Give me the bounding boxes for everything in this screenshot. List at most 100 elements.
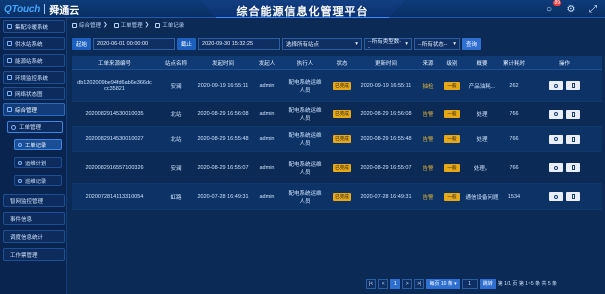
chevron-down-icon: ▾ <box>453 41 457 47</box>
sidebar-item-0[interactable]: 集配冷暖系统 <box>3 20 65 33</box>
breadcrumb-item-3: 工单记录 <box>155 21 184 29</box>
table-cell: 配电系统运维 人员 <box>288 190 322 205</box>
sidebar-item-bottom-2[interactable]: 调度信息统计 <box>3 230 65 243</box>
sidebar-label: 工单记录 <box>25 142 47 149</box>
filter-bar: 起始 2020-06-01 00:00:00 截止 2020-09-30 15:… <box>72 37 482 51</box>
table-cell: 2020-08-29 16:55:07 <box>360 164 412 171</box>
sidebar-sub-workorder-icon <box>11 124 16 130</box>
table-cell: 2020-08-29 16:56:08 <box>360 111 412 117</box>
prev-page-button[interactable]: < <box>378 278 389 289</box>
last-page-button[interactable]: >| <box>414 278 425 289</box>
sidebar-item-bottom-3[interactable]: 工作票管理 <box>3 248 65 261</box>
sidebar-item-5[interactable]: 综合管理 <box>3 103 65 116</box>
table-cell: 2020-08-29 16:55:48 <box>197 136 249 142</box>
column-header: 来源 <box>422 60 434 67</box>
sidebar-subitem-2[interactable]: 巡维记录 <box>14 175 62 186</box>
sidebar-icon <box>7 107 12 112</box>
column-header: 更新时间 <box>374 60 397 67</box>
table-cell: db1202009be94fd6ab6e366dc cc35821 <box>77 79 152 92</box>
status-cell: 已完成 <box>327 135 357 143</box>
breadcrumb: 综合管理 ❯ 工单管理 ❯ 工单记录 <box>72 20 184 30</box>
level-badge: 一般 <box>444 163 460 172</box>
logo-divider <box>44 4 46 14</box>
actions-cell <box>527 134 602 144</box>
sidebar-item-bottom-0[interactable]: 智网监控管理 <box>3 194 65 207</box>
view-button[interactable] <box>549 192 563 201</box>
notify-badge: 89 <box>553 0 561 6</box>
table-cell: 2020082916557100326 <box>85 164 144 171</box>
table-row[interactable]: 2020082914530010035 北站 2020-08-29 16:56:08… <box>72 102 602 127</box>
table-cell: admin <box>259 164 275 171</box>
table-cell: admin <box>259 193 275 200</box>
gear-icon[interactable]: ⚙ <box>565 3 577 15</box>
detail-button[interactable] <box>566 192 580 201</box>
page-size-select[interactable]: 每页 10 条 ▾ <box>426 278 460 289</box>
first-page-button[interactable]: |< <box>366 278 377 289</box>
table-cell: 告警 <box>422 165 434 172</box>
table-cell: 配电系统运维 人员 <box>288 133 322 147</box>
sidebar-subitem-1[interactable]: 运维计划 <box>14 157 62 168</box>
table-cell: 通信设备问题 <box>465 194 499 201</box>
table-row[interactable]: 2020082914530010027 北站 2020-08-29 16:55:48… <box>72 127 602 152</box>
table-cell: 告警 <box>422 194 434 201</box>
status-badge: 已完成 <box>333 81 351 90</box>
sidebar-item-bottom-1[interactable]: 事件信息 <box>3 212 65 225</box>
bell-icon[interactable]: ○ 89 <box>543 0 561 15</box>
goto-button[interactable]: 跳转 <box>479 278 496 289</box>
station-select[interactable]: 选择所有站点 ▾ <box>282 38 363 50</box>
column-header: 操作 <box>558 60 570 67</box>
table-cell: 2020072814113310054 <box>85 193 144 200</box>
fullscreen-icon[interactable]: ⤢ <box>587 3 599 15</box>
sidebar-subitem-0[interactable]: 工单记录 <box>14 139 62 150</box>
level-cell: 一般 <box>441 192 463 201</box>
sidebar-sub-workorder[interactable]: 工单管理 <box>7 121 63 133</box>
type-select[interactable]: --所有类型数-- ▾ <box>364 38 413 51</box>
detail-button[interactable] <box>566 163 580 172</box>
level-cell: 一般 <box>441 163 463 172</box>
table-cell: 2020-09-19 16:55:11 <box>360 82 412 89</box>
table-row[interactable]: db1202009be94fd6ab6e366dc cc35821 安澜 2020-… <box>72 70 602 102</box>
query-button[interactable]: 查询 <box>462 38 482 50</box>
page-1-button[interactable]: 1 <box>390 278 401 289</box>
row-actions <box>529 109 600 119</box>
detail-button[interactable] <box>566 81 580 90</box>
view-button[interactable] <box>549 109 563 119</box>
work-order-table: 工单来源编号 站点名称 发起时间 发起人 执行人 状态 更新时间 来源 级别 概要 累计耗时 操作 d… <box>72 56 602 210</box>
view-button[interactable] <box>549 134 563 144</box>
goto-page-input[interactable]: 1 <box>461 278 478 289</box>
status-select[interactable]: --所有状态-- ▾ <box>414 38 461 50</box>
sidebar-item-3[interactable]: 环境监控系统 <box>3 71 65 84</box>
table-cell: 2020082914530010035 <box>85 111 144 117</box>
sidebar-item-1[interactable]: 供水站系统 <box>3 37 65 50</box>
table-row[interactable]: 2020082916557100326 安澜 2020-08-29 16:55:07… <box>72 152 602 184</box>
table-cell: admin <box>259 136 275 142</box>
sidebar-item-2[interactable]: 能源站系统 <box>3 54 65 67</box>
start-label: 起始 <box>72 38 92 50</box>
next-page-button[interactable]: > <box>402 278 413 289</box>
sidebar-icon <box>7 58 12 63</box>
table-cell: 2020-07-28 16:49:31 <box>360 193 412 200</box>
sidebar-item-4[interactable]: 网络状态图 <box>3 87 65 100</box>
status-cell: 已完成 <box>327 163 357 172</box>
breadcrumb-item-1[interactable]: 综合管理 ❯ <box>72 21 108 29</box>
table-cell: 2020-08-29 16:55:07 <box>197 164 249 171</box>
level-badge: 一般 <box>444 192 460 201</box>
breadcrumb-item-2[interactable]: 工单管理 ❯ <box>113 21 149 29</box>
table-cell: 告警 <box>422 137 434 143</box>
status-cell: 已完成 <box>327 192 357 201</box>
table-row[interactable]: 2020072814113310054 虹路 2020-07-28 16:49:31… <box>72 184 602 210</box>
detail-button[interactable] <box>566 134 580 144</box>
view-button[interactable] <box>549 163 563 172</box>
row-actions <box>529 81 600 90</box>
end-date-input[interactable]: 2020-09-30 15:32:25 <box>198 38 281 50</box>
sidebar-subitem-0-icon <box>18 142 22 147</box>
search-icon <box>554 83 558 88</box>
table-cell: 处理。 <box>473 165 491 172</box>
column-header: 概要 <box>476 60 488 67</box>
sidebar-label: 工单管理 <box>19 125 42 131</box>
sidebar-icon <box>7 41 12 46</box>
view-button[interactable] <box>549 81 563 90</box>
detail-button[interactable] <box>566 109 580 119</box>
table-cell: 抽检 <box>422 83 434 90</box>
start-date-input[interactable]: 2020-06-01 00:00:00 <box>93 38 176 50</box>
